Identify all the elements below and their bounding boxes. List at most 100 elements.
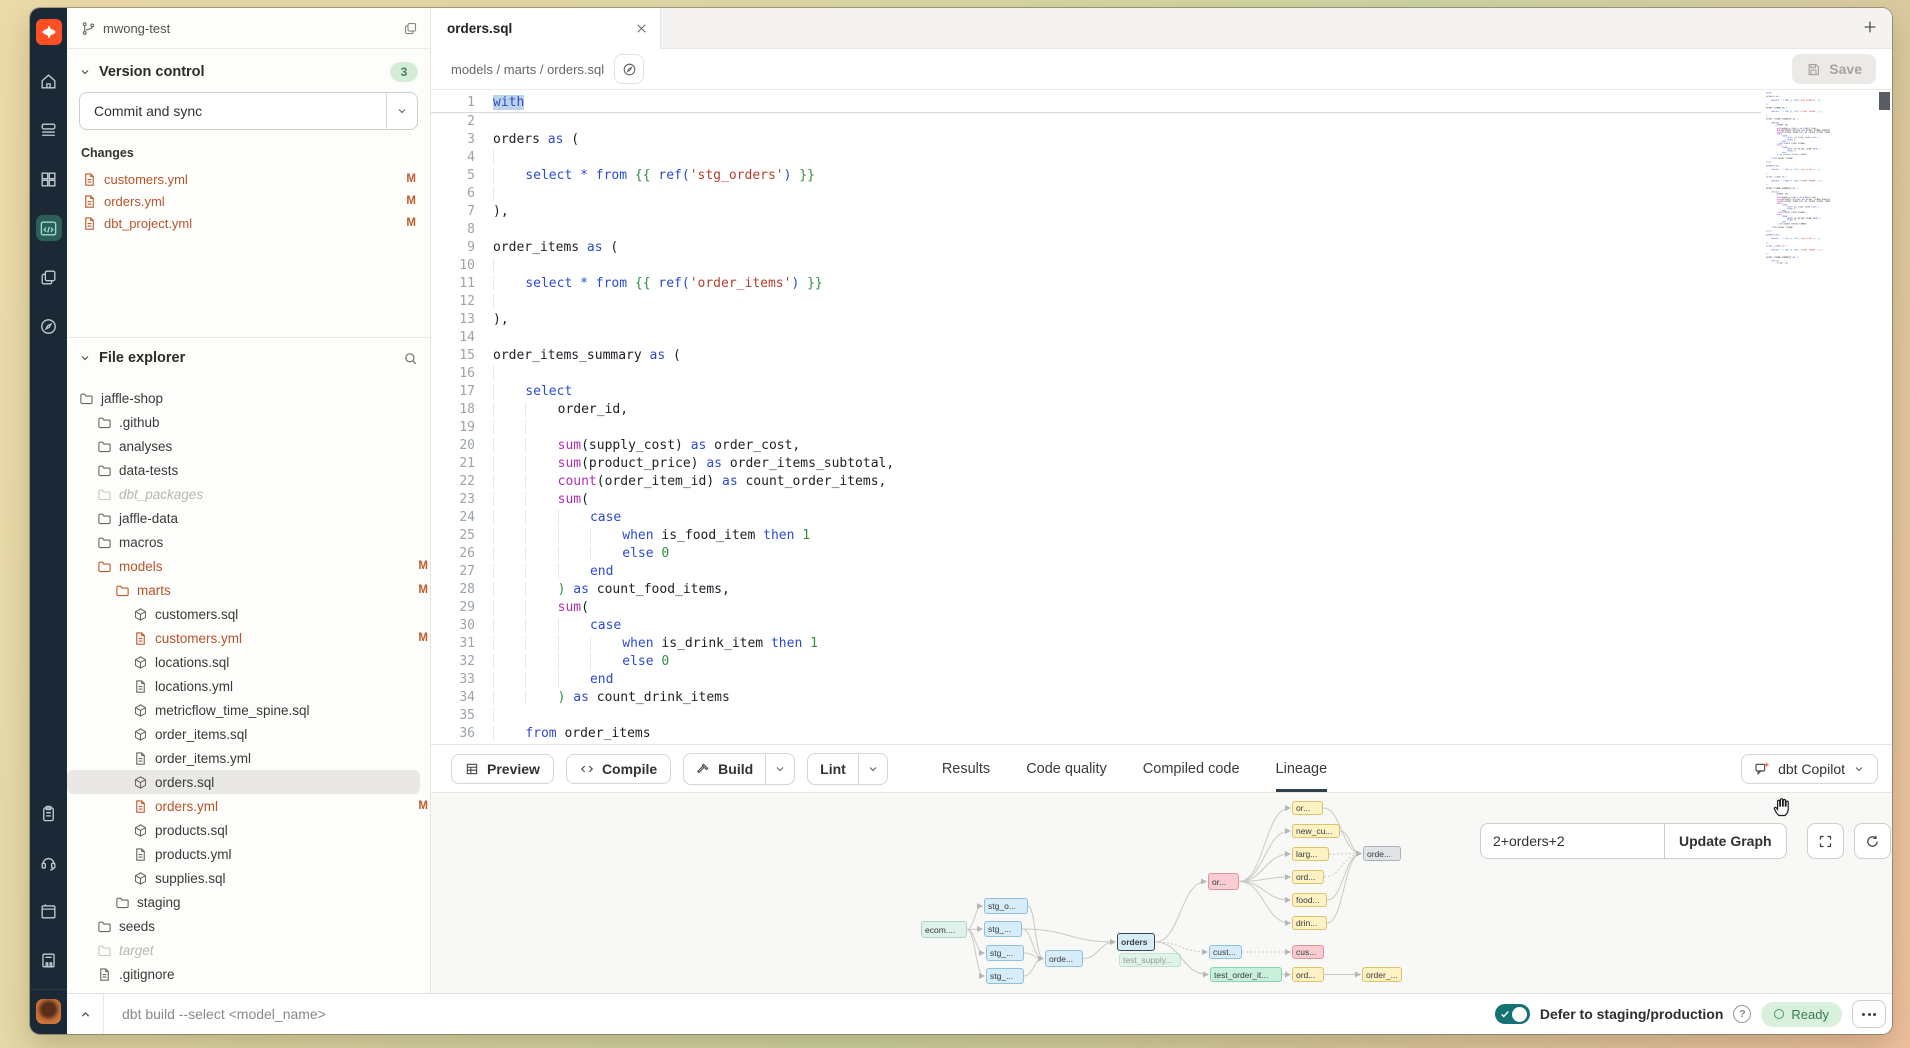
lineage-node-ord_y2[interactable]: ord...: [1292, 967, 1324, 982]
new-tab-icon[interactable]: [1862, 19, 1878, 35]
code-line[interactable]: 3orders as (: [431, 131, 1761, 149]
code-line[interactable]: 5 select * from {{ ref('stg_orders') }}: [431, 167, 1761, 185]
lineage-node-test_supply[interactable]: test_supply...: [1119, 953, 1181, 967]
tree-item-customers.yml[interactable]: customers.ymlM: [67, 626, 430, 650]
lineage-node-new_cu[interactable]: new_cu...: [1292, 824, 1340, 838]
tree-item-products.sql[interactable]: products.sql: [67, 818, 430, 842]
code-line[interactable]: 8: [431, 221, 1761, 239]
code-line[interactable]: 35: [431, 707, 1761, 725]
tree-item-.gitignore[interactable]: .gitignore: [67, 962, 430, 986]
tree-item-supplies.sql[interactable]: supplies.sql: [67, 866, 430, 890]
lineage-node-test_order_it[interactable]: test_order_it...: [1210, 967, 1282, 982]
lineage-node-stg_2[interactable]: stg_...: [986, 945, 1024, 961]
tree-item-orders.sql[interactable]: orders.sql: [67, 770, 420, 794]
refresh-button[interactable]: [1854, 823, 1891, 859]
panel-tab-results[interactable]: Results: [942, 745, 990, 792]
support-headset-icon[interactable]: [36, 849, 62, 875]
code-line[interactable]: 7),: [431, 203, 1761, 221]
chevron-down-icon[interactable]: [79, 352, 91, 364]
lineage-node-y_or[interactable]: or...: [1292, 801, 1323, 815]
tree-item-order-items.sql[interactable]: order_items.sql: [67, 722, 430, 746]
docs-window-icon[interactable]: [36, 898, 62, 924]
lineage-node-drin[interactable]: drin...: [1292, 916, 1327, 930]
chevron-down-icon[interactable]: [79, 66, 91, 78]
lineage-node-ord_y1[interactable]: ord...: [1292, 870, 1324, 884]
compile-button[interactable]: Compile: [566, 754, 671, 784]
tree-item-jaffle-shop[interactable]: jaffle-shop: [67, 386, 430, 410]
code-line[interactable]: 10: [431, 257, 1761, 275]
panel-tab-lineage[interactable]: Lineage: [1276, 745, 1328, 792]
more-options-button[interactable]: [1852, 1000, 1886, 1028]
lineage-node-orde_gray[interactable]: orde...: [1363, 846, 1401, 861]
lineage-node-ecom[interactable]: ecom....: [921, 921, 967, 938]
code-line[interactable]: 27 end: [431, 563, 1761, 581]
lineage-selector-input[interactable]: 2+orders+2: [1480, 823, 1664, 859]
code-line[interactable]: 16: [431, 365, 1761, 383]
dbt-copilot-button[interactable]: dbt Copilot: [1741, 754, 1878, 784]
build-button[interactable]: Build: [684, 754, 765, 784]
code-line[interactable]: 22 count(order_item_id) as count_order_i…: [431, 473, 1761, 491]
changed-file[interactable]: orders.ymlM: [79, 190, 418, 212]
tree-item-data-tests[interactable]: data-tests: [67, 458, 430, 482]
expand-command-panel-button[interactable]: [67, 994, 104, 1034]
code-line[interactable]: 24 case: [431, 509, 1761, 527]
lineage-node-stg_3[interactable]: stg_...: [986, 968, 1024, 984]
command-input[interactable]: dbt build --select <model_name>: [104, 1006, 326, 1022]
code-line[interactable]: 28 ) as count_food_items,: [431, 581, 1761, 599]
code-line[interactable]: 13),: [431, 311, 1761, 329]
branch-name[interactable]: mwong-test: [103, 21, 170, 36]
storefront-icon[interactable]: [36, 947, 62, 973]
code-line[interactable]: 6: [431, 185, 1761, 203]
develop-ide-icon[interactable]: [36, 215, 62, 241]
code-line[interactable]: 11 select * from {{ ref('order_items') }…: [431, 275, 1761, 293]
ready-status-badge[interactable]: Ready: [1761, 1002, 1842, 1027]
dbt-logo-icon[interactable]: [36, 19, 62, 45]
code-line[interactable]: 31 when is_drink_item then 1: [431, 635, 1761, 653]
tab-orders-sql[interactable]: orders.sql: [431, 8, 661, 49]
code-line[interactable]: 17 select: [431, 383, 1761, 401]
tasks-clipboard-icon[interactable]: [36, 800, 62, 826]
lineage-node-food[interactable]: food...: [1292, 893, 1327, 907]
code-line[interactable]: 25 when is_food_item then 1: [431, 527, 1761, 545]
tree-item-seeds[interactable]: seeds: [67, 914, 430, 938]
code-line[interactable]: 4: [431, 149, 1761, 167]
lineage-node-stg_o[interactable]: stg_o...: [984, 898, 1028, 914]
projects-icon[interactable]: [36, 264, 62, 290]
code-line[interactable]: 19: [431, 419, 1761, 437]
commit-dropdown-chevron-icon[interactable]: [386, 93, 417, 129]
lineage-node-cus_pink[interactable]: cus...: [1292, 945, 1324, 959]
code-line[interactable]: 30 case: [431, 617, 1761, 635]
tree-item-.github[interactable]: .github: [67, 410, 430, 434]
lineage-node-or_pink[interactable]: or...: [1208, 873, 1239, 890]
code-line[interactable]: 9order_items as (: [431, 239, 1761, 257]
code-line[interactable]: 15order_items_summary as (: [431, 347, 1761, 365]
lineage-node-orders[interactable]: orders: [1117, 933, 1155, 951]
defer-toggle[interactable]: [1495, 1004, 1530, 1024]
lineage-node-stg_1[interactable]: stg_...: [984, 921, 1022, 937]
breadcrumb[interactable]: models / marts / orders.sql: [451, 62, 604, 77]
tree-item-products.yml[interactable]: products.yml: [67, 842, 430, 866]
code-line[interactable]: 33 end: [431, 671, 1761, 689]
lineage-node-orde_mid[interactable]: orde...: [1045, 950, 1083, 967]
commit-and-sync-button[interactable]: Commit and sync: [79, 92, 418, 130]
tree-item-macros[interactable]: macros: [67, 530, 430, 554]
code-line[interactable]: 26 else 0: [431, 545, 1761, 563]
lint-button[interactable]: Lint: [808, 754, 858, 784]
tree-item-metricflow-time-spine.sql[interactable]: metricflow_time_spine.sql: [67, 698, 430, 722]
lineage-node-order_y[interactable]: order_...: [1362, 967, 1402, 982]
code-line[interactable]: 1with: [431, 94, 1761, 113]
code-line[interactable]: 12: [431, 293, 1761, 311]
code-line[interactable]: 37: [431, 743, 1761, 744]
open-lineage-compass-icon[interactable]: [614, 54, 644, 84]
close-tab-icon[interactable]: [635, 22, 648, 35]
code-line[interactable]: 34 ) as count_drink_items: [431, 689, 1761, 707]
code-line[interactable]: 18 order_id,: [431, 401, 1761, 419]
tree-item-dbt-packages[interactable]: dbt_packages: [67, 482, 430, 506]
editor-scrollbar-thumb[interactable]: [1879, 92, 1890, 110]
tree-item-locations.yml[interactable]: locations.yml: [67, 674, 430, 698]
tree-item-staging[interactable]: staging: [67, 890, 430, 914]
lint-dropdown-chevron-icon[interactable]: [858, 754, 887, 784]
changed-file[interactable]: customers.ymlM: [79, 168, 418, 190]
lineage-node-cust[interactable]: cust...: [1209, 945, 1242, 959]
code-line[interactable]: 23 sum(: [431, 491, 1761, 509]
